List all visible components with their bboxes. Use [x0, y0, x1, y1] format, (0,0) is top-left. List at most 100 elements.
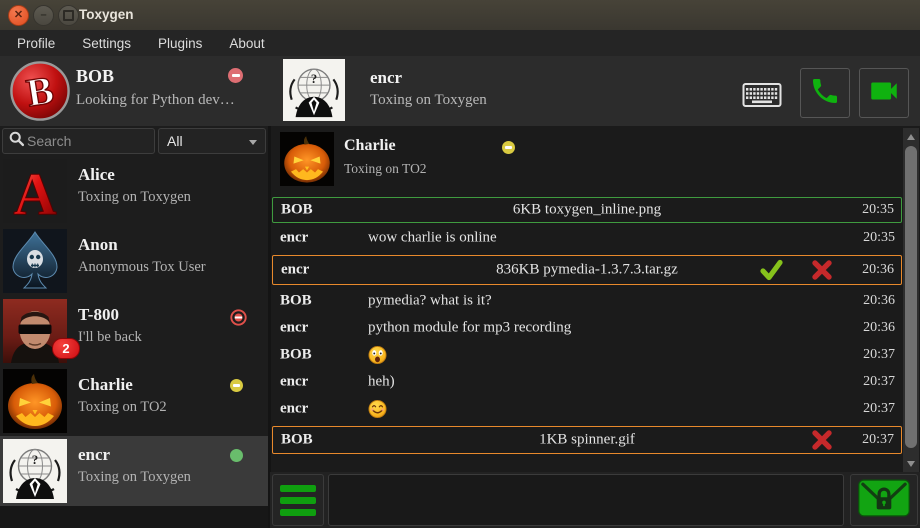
search-box[interactable]	[2, 128, 155, 154]
message-time: 20:36	[863, 320, 895, 336]
contact-item-encr[interactable]: ? encr Toxing on Toxygen	[0, 436, 268, 506]
chevron-down-icon	[249, 140, 257, 145]
smileys-menu-button[interactable]	[272, 474, 324, 526]
contact-avatar: ?	[3, 439, 67, 503]
message-time: 20:37	[863, 401, 895, 417]
svg-text:?: ?	[311, 72, 317, 86]
chat-peer-item[interactable]: Charlie Toxing on TO2	[272, 130, 902, 188]
menu-item-settings[interactable]: Settings	[77, 36, 136, 51]
smileys-menu-icon	[280, 485, 316, 492]
accept-transfer-icon[interactable]	[759, 259, 784, 281]
message-row: encr 20:37	[272, 396, 902, 422]
contact-status-message: Toxing on Toxygen	[78, 469, 191, 486]
contact-name: T-800	[78, 305, 119, 325]
cancel-transfer-icon[interactable]	[811, 429, 833, 451]
chat-peer-name: Charlie	[344, 137, 396, 155]
svg-text:A: A	[13, 161, 56, 223]
file-transfer-row[interactable]: encr836KB pymedia-1.3.7.3.tar.gz 20:36	[272, 255, 902, 285]
contact-name: encr	[78, 445, 110, 465]
contact-name: Charlie	[78, 375, 133, 395]
file-transfer-name: 836KB pymedia-1.3.7.3.tar.gz	[273, 262, 901, 279]
message-row: BOB 20:37	[272, 342, 902, 368]
file-transfer-name: 6KB toxygen_inline.png	[273, 202, 901, 219]
scrollbar-thumb[interactable]	[905, 146, 917, 448]
file-transfer-row[interactable]: BOB1KB spinner.gif 20:37	[272, 426, 902, 454]
send-button[interactable]	[850, 474, 918, 526]
cancel-transfer-icon[interactable]	[811, 259, 833, 281]
message-sender: encr	[280, 320, 308, 337]
cancel-transfer-button[interactable]	[811, 259, 833, 281]
message-time: 20:37	[863, 374, 895, 390]
svg-text:?: ?	[32, 452, 39, 467]
encrypted-send-icon	[858, 478, 910, 523]
message-time: 20:36	[862, 262, 894, 278]
active-chat-avatar: ?	[283, 59, 345, 121]
contact-status-message: Toxing on TO2	[78, 399, 167, 416]
file-transfer-row[interactable]: BOB6KB toxygen_inline.png20:35	[272, 197, 902, 223]
window-title: Toxygen	[79, 0, 134, 30]
video-camera-icon	[867, 74, 901, 113]
contact-name: Anon	[78, 235, 118, 255]
message-sender: encr	[280, 374, 308, 391]
message-text: heh)	[368, 374, 395, 391]
contact-avatar	[3, 229, 67, 293]
contact-status-message: Anonymous Tox User	[78, 259, 206, 276]
audio-call-button[interactable]	[800, 68, 850, 118]
chat-peer-status-message: Toxing on TO2	[344, 161, 427, 177]
message-time: 20:35	[863, 230, 895, 246]
menu-item-plugins[interactable]: Plugins	[153, 36, 207, 51]
search-input[interactable]	[25, 132, 144, 150]
close-icon[interactable]: ✕	[8, 5, 29, 26]
message-text: wow charlie is online	[368, 230, 497, 247]
message-sender: BOB	[280, 293, 312, 310]
accept-transfer-button[interactable]	[759, 259, 784, 281]
keyboard-icon[interactable]	[740, 78, 784, 112]
unread-count-badge: 2	[52, 338, 80, 359]
active-chat-name: encr	[370, 68, 402, 88]
message-row: encr heh) 20:37	[272, 369, 902, 395]
message-row: encrwow charlie is online20:35	[272, 225, 902, 251]
contact-item-alice[interactable]: A Alice Toxing on Toxygen	[0, 156, 268, 226]
contact-list: A Alice Toxing on Toxygen Anon Anonymous…	[0, 156, 270, 506]
emoji-smile	[368, 400, 387, 419]
message-time: 20:35	[862, 202, 894, 218]
title-bar[interactable]: ✕ – Toxygen	[0, 0, 920, 31]
phone-icon	[809, 75, 841, 112]
chat-peer-presence-away-icon	[502, 141, 515, 154]
minimize-icon[interactable]: –	[33, 5, 54, 26]
cancel-transfer-button[interactable]	[811, 429, 833, 451]
contact-status-message: Toxing on Toxygen	[78, 189, 191, 206]
self-status-message[interactable]: Looking for Python dev…	[76, 92, 235, 109]
self-avatar[interactable]: B	[9, 60, 71, 122]
contact-filter-dropdown[interactable]: All	[158, 128, 266, 154]
scroll-up-icon[interactable]	[903, 129, 919, 144]
presence-online-icon	[230, 449, 243, 462]
file-transfer-name: 1KB spinner.gif	[273, 432, 901, 449]
message-text: pymedia? what is it?	[368, 293, 492, 310]
message-time: 20:36	[863, 293, 895, 309]
self-presence-busy-icon[interactable]	[228, 68, 243, 83]
scrollbar[interactable]	[903, 128, 919, 472]
toxygen-window: ✕ – Toxygen ProfileSettingsPluginsAbout …	[0, 0, 920, 528]
message-input[interactable]	[328, 474, 844, 526]
menu-bar: Profile Settings Plugins About	[0, 30, 920, 56]
menu-item-about[interactable]: About	[224, 36, 269, 51]
contact-item-charlie[interactable]: Charlie Toxing on TO2	[0, 366, 268, 436]
video-call-button[interactable]	[859, 68, 909, 118]
active-chat-status-message: Toxing on Toxygen	[370, 92, 487, 109]
maximize-icon[interactable]	[58, 5, 79, 26]
contact-avatar	[3, 369, 67, 433]
presence-away-icon	[230, 379, 243, 392]
contact-status-message: I'll be back	[78, 329, 142, 346]
message-row: encr python module for mp3 recording 20:36	[272, 315, 902, 341]
message-row: BOB pymedia? what is it? 20:36	[272, 288, 902, 314]
self-name[interactable]: BOB	[76, 66, 114, 87]
scroll-down-icon[interactable]	[903, 456, 919, 471]
search-row: All	[0, 126, 270, 156]
contact-item-t-800[interactable]: T-800 I'll be back 2	[0, 296, 268, 366]
message-text: python module for mp3 recording	[368, 320, 571, 337]
message-sender: BOB	[280, 347, 312, 364]
menu-item-profile[interactable]: Profile	[12, 36, 60, 51]
emoji-shocked	[368, 346, 387, 365]
contact-item-anon[interactable]: Anon Anonymous Tox User	[0, 226, 268, 296]
